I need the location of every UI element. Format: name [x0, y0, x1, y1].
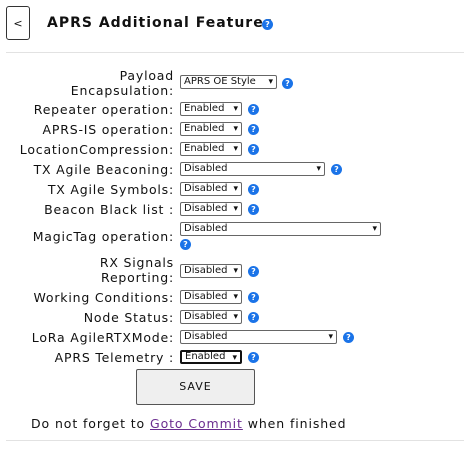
- help-icon[interactable]: ?: [248, 266, 259, 277]
- beacon-black-list-select[interactable]: Disabled ▾: [180, 202, 242, 216]
- setting-label: LocationCompression:: [19, 142, 174, 157]
- commit-reminder: Do not forget to Goto Commit when finish…: [31, 416, 347, 431]
- chevron-down-icon: ▾: [372, 224, 377, 234]
- lora-agilertxmode-select[interactable]: Disabled ▾: [180, 330, 337, 344]
- aprs-telemetry-select[interactable]: Enabled ▾: [180, 350, 242, 364]
- divider: [6, 52, 464, 53]
- divider: [6, 440, 464, 441]
- help-icon[interactable]: ?: [282, 78, 293, 89]
- help-icon[interactable]: ?: [262, 19, 273, 30]
- chevron-down-icon: ▾: [232, 353, 237, 363]
- help-icon[interactable]: ?: [248, 184, 259, 195]
- location-compression-select[interactable]: Enabled ▾: [180, 142, 242, 156]
- help-icon[interactable]: ?: [248, 104, 259, 115]
- help-icon[interactable]: ?: [248, 124, 259, 135]
- rx-signals-reporting-select[interactable]: Disabled ▾: [180, 264, 242, 278]
- help-icon[interactable]: ?: [248, 144, 259, 155]
- aprs-is-operation-select[interactable]: Enabled ▾: [180, 122, 242, 136]
- tx-agile-beaconing-select[interactable]: Disabled ▾: [180, 162, 325, 176]
- tx-agile-symbols-select[interactable]: Disabled ▾: [180, 182, 242, 196]
- chevron-down-icon: ▾: [233, 312, 238, 322]
- chevron-down-icon: ▾: [268, 77, 273, 87]
- save-button[interactable]: SAVE: [136, 369, 255, 405]
- chevron-down-icon: ▾: [328, 332, 333, 342]
- page-header: < APRS Additional Features ?: [0, 0, 464, 52]
- working-conditions-select[interactable]: Disabled ▾: [180, 290, 242, 304]
- setting-label: Repeater operation:: [33, 102, 174, 117]
- back-button[interactable]: <: [6, 6, 30, 40]
- goto-commit-link[interactable]: Goto Commit: [150, 416, 243, 431]
- help-icon[interactable]: ?: [248, 352, 259, 363]
- repeater-operation-select[interactable]: Enabled ▾: [180, 102, 242, 116]
- chevron-down-icon: ▾: [233, 144, 238, 154]
- payload-encapsulation-select[interactable]: APRS OE Style ▾: [180, 75, 277, 89]
- setting-label: Beacon Black list :: [44, 202, 174, 217]
- node-status-select[interactable]: Disabled ▾: [180, 310, 242, 324]
- chevron-down-icon: ▾: [233, 104, 238, 114]
- setting-label: LoRa AgileRTXMode:: [31, 330, 174, 345]
- chevron-down-icon: ▾: [233, 266, 238, 276]
- setting-label: APRS Telemetry :: [54, 350, 174, 365]
- setting-label: Working Conditions:: [33, 290, 174, 305]
- help-icon[interactable]: ?: [331, 164, 342, 175]
- help-icon[interactable]: ?: [248, 312, 259, 323]
- setting-label: Payload Encapsulation:: [70, 68, 174, 98]
- chevron-down-icon: ▾: [316, 164, 321, 174]
- chevron-down-icon: ▾: [233, 124, 238, 134]
- setting-label: Node Status:: [83, 310, 174, 325]
- magictag-operation-select[interactable]: Disabled ▾: [180, 222, 381, 236]
- help-icon[interactable]: ?: [180, 239, 191, 250]
- page-title: APRS Additional Features: [47, 15, 274, 31]
- setting-label: TX Agile Beaconing:: [33, 162, 174, 177]
- help-icon[interactable]: ?: [248, 204, 259, 215]
- help-icon[interactable]: ?: [343, 332, 354, 343]
- setting-label: RX Signals Reporting:: [99, 255, 174, 285]
- setting-label: TX Agile Symbols:: [47, 182, 174, 197]
- chevron-down-icon: ▾: [233, 184, 238, 194]
- setting-label: MagicTag operation:: [32, 229, 174, 244]
- setting-label: APRS-IS operation:: [42, 122, 174, 137]
- help-icon[interactable]: ?: [248, 292, 259, 303]
- chevron-down-icon: ▾: [233, 292, 238, 302]
- chevron-down-icon: ▾: [233, 204, 238, 214]
